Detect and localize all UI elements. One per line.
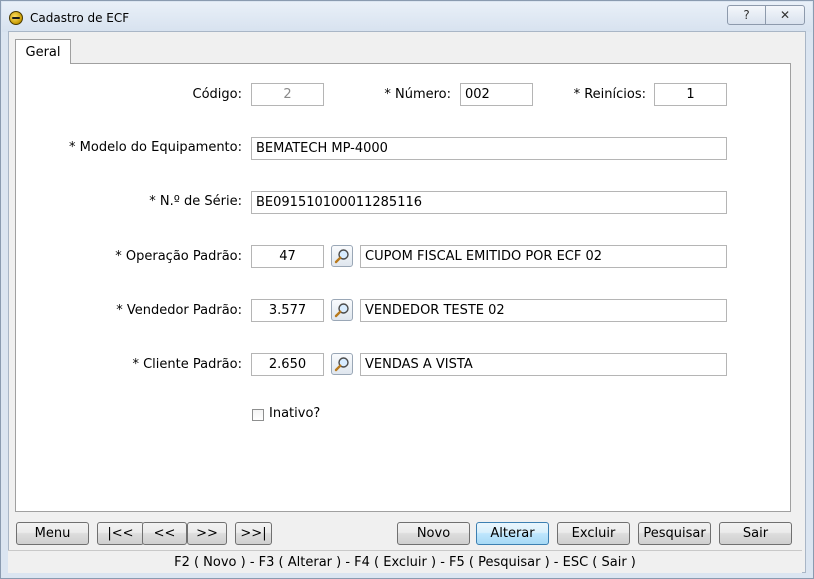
alterar-button[interactable]: Alterar xyxy=(476,522,549,545)
reinicios-field[interactable]: 1 xyxy=(654,83,727,106)
operacao-code-field[interactable]: 47 xyxy=(251,245,324,268)
shortcut-status-bar: F2 ( Novo ) - F3 ( Alterar ) - F4 ( Excl… xyxy=(8,550,802,573)
modelo-label: * Modelo do Equipamento: xyxy=(69,140,242,155)
codigo-field[interactable]: 2 xyxy=(251,83,324,106)
cliente-code-field[interactable]: 2.650 xyxy=(251,353,324,376)
close-button[interactable]: ✕ xyxy=(766,6,804,24)
serie-field[interactable]: BE091510100011285116 xyxy=(251,191,727,214)
window-title: Cadastro de ECF xyxy=(30,11,130,25)
window-controls: ? ✕ xyxy=(727,5,805,25)
menu-button[interactable]: Menu xyxy=(16,522,89,545)
tab-geral[interactable]: Geral xyxy=(15,39,71,64)
reinicios-label: * Reinícios: xyxy=(573,87,646,102)
numero-field[interactable]: 002 xyxy=(460,83,533,106)
excluir-button[interactable]: Excluir xyxy=(557,522,630,545)
cliente-label: * Cliente Padrão: xyxy=(132,357,242,372)
pesquisar-button[interactable]: Pesquisar xyxy=(638,522,711,545)
sair-button[interactable]: Sair xyxy=(719,522,792,545)
serie-label: * N.º de Série: xyxy=(149,194,242,209)
help-button[interactable]: ? xyxy=(728,6,766,24)
next-record-button[interactable]: >> xyxy=(187,522,227,545)
cliente-description-field[interactable]: VENDAS A VISTA xyxy=(360,353,727,376)
tab-panel-geral: Código: 2 * Número: 002 * Reinícios: 1 *… xyxy=(15,63,791,512)
numero-label: * Número: xyxy=(384,87,451,102)
first-record-button[interactable]: |<< xyxy=(97,522,144,545)
inativo-label: Inativo? xyxy=(269,406,321,421)
operacao-lookup-button[interactable] xyxy=(331,245,353,267)
inativo-checkbox[interactable] xyxy=(252,409,264,421)
vendedor-label: * Vendedor Padrão: xyxy=(116,303,242,318)
modelo-field[interactable]: BEMATECH MP-4000 xyxy=(251,137,727,160)
vendedor-code-field[interactable]: 3.577 xyxy=(251,299,324,322)
codigo-label: Código: xyxy=(192,87,242,102)
search-icon xyxy=(334,303,349,318)
operacao-description-field[interactable]: CUPOM FISCAL EMITIDO POR ECF 02 xyxy=(360,245,727,268)
search-icon xyxy=(334,357,349,372)
previous-record-button[interactable]: << xyxy=(142,522,187,545)
cliente-lookup-button[interactable] xyxy=(331,353,353,375)
search-icon xyxy=(334,249,349,264)
title-bar: Cadastro de ECF ? ✕ xyxy=(2,2,812,32)
operacao-label: * Operação Padrão: xyxy=(115,249,242,264)
vendedor-description-field[interactable]: VENDEDOR TESTE 02 xyxy=(360,299,727,322)
vendedor-lookup-button[interactable] xyxy=(331,299,353,321)
client-area: Geral Código: 2 * Número: 002 * Reinício… xyxy=(8,31,806,573)
app-icon xyxy=(9,11,23,25)
novo-button[interactable]: Novo xyxy=(397,522,470,545)
last-record-button[interactable]: >>| xyxy=(235,522,272,545)
